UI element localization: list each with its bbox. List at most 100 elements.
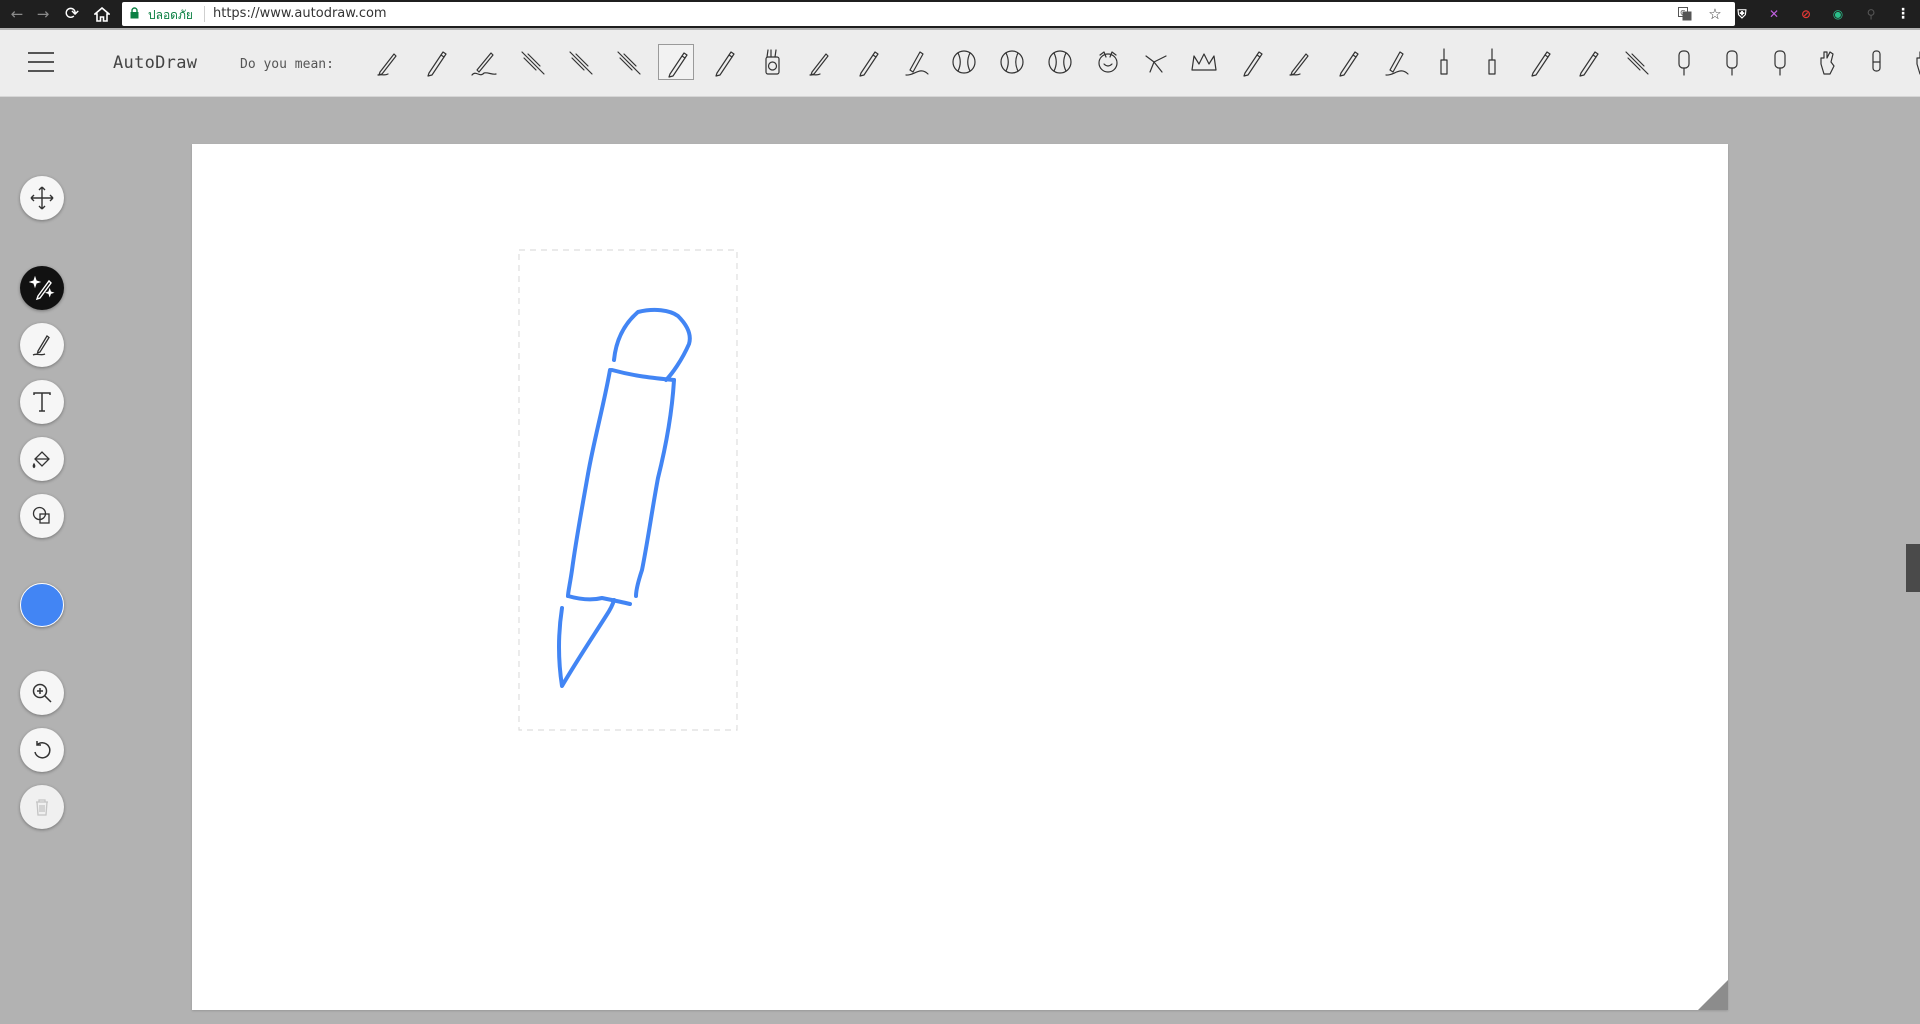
pen-suggestion[interactable] — [370, 44, 406, 80]
pencil-suggestion[interactable] — [1570, 44, 1606, 80]
popsicle-suggestion[interactable] — [1714, 44, 1750, 80]
block-extension-icon[interactable]: ⊘ — [1797, 5, 1815, 23]
draw-icon — [32, 335, 50, 356]
baseball-suggestion[interactable] — [994, 44, 1030, 80]
hand-suggestion[interactable] — [1906, 44, 1920, 80]
finger-icon — [1872, 50, 1881, 72]
x-extension-icon[interactable]: ✕ — [1765, 5, 1783, 23]
undo-icon — [34, 741, 51, 759]
shape-icon — [32, 506, 50, 524]
home-icon[interactable] — [91, 3, 113, 25]
pen-icon — [1289, 53, 1309, 76]
popsicle-suggestion[interactable] — [1666, 44, 1702, 80]
marker-icon — [1385, 51, 1409, 76]
pencil-cup-suggestion[interactable] — [754, 44, 790, 80]
pen-suggestion[interactable] — [1282, 44, 1318, 80]
suggestion-label: Do you mean: — [240, 57, 334, 72]
pencil-suggestion[interactable] — [850, 44, 886, 80]
syringe-suggestion[interactable] — [1618, 44, 1654, 80]
syringe-icon — [617, 51, 641, 75]
marker-icon — [905, 51, 929, 76]
baseball-icon — [1048, 50, 1072, 74]
syringe-suggestion[interactable] — [514, 44, 550, 80]
pen-suggestion[interactable] — [802, 44, 838, 80]
screwdriver-icon — [1488, 48, 1496, 75]
color-picker[interactable] — [20, 583, 64, 627]
star-icon[interactable]: ☆ — [1706, 5, 1724, 23]
svg-text:G: G — [1680, 9, 1685, 17]
fill-icon — [32, 451, 50, 469]
crown-suggestion[interactable] — [1186, 44, 1222, 80]
pencil-suggestion[interactable] — [418, 44, 454, 80]
popsicle-icon — [1678, 50, 1690, 76]
forward-arrow-icon[interactable]: → — [32, 3, 54, 25]
hand-suggestion[interactable] — [1810, 44, 1846, 80]
address-bar[interactable]: ปลอดภัย https://www.autodraw.com G ☆ — [122, 2, 1735, 26]
url-text[interactable]: https://www.autodraw.com — [213, 6, 387, 21]
popsicle-suggestion[interactable] — [1762, 44, 1798, 80]
hand-icon — [1916, 51, 1920, 75]
zoom-tool[interactable] — [20, 671, 64, 715]
scrollbar-thumb[interactable] — [1906, 544, 1920, 592]
hamburger-menu-icon[interactable] — [28, 52, 54, 74]
translate-icon[interactable]: G — [1676, 5, 1694, 23]
syringe-icon — [521, 51, 545, 75]
autodraw-tool[interactable] — [20, 266, 64, 310]
pencil-icon — [1243, 51, 1263, 77]
autodraw-icon — [29, 275, 55, 301]
reload-icon[interactable]: ⟳ — [61, 3, 83, 25]
draw-tool[interactable] — [20, 323, 64, 367]
pencil-suggestion[interactable] — [1330, 44, 1366, 80]
pencil-suggestion[interactable] — [1522, 44, 1558, 80]
shape-tool[interactable] — [20, 494, 64, 538]
crown-icon — [1191, 53, 1217, 71]
shield-extension-icon[interactable]: ⛨ — [1733, 5, 1751, 23]
canvas-resize-corner[interactable] — [1698, 980, 1728, 1010]
syringe-suggestion[interactable] — [610, 44, 646, 80]
face-suggestion[interactable] — [1090, 44, 1126, 80]
pencil-icon — [859, 51, 879, 77]
pin-extension-icon[interactable]: ⚲ — [1862, 5, 1880, 23]
text-icon — [33, 392, 51, 412]
undo-tool[interactable] — [20, 728, 64, 772]
text-tool[interactable] — [20, 380, 64, 424]
secure-label: ปลอดภัย — [148, 8, 193, 22]
drawing-canvas[interactable] — [192, 144, 1728, 1010]
finger-suggestion[interactable] — [1858, 44, 1894, 80]
pencil-icon — [1339, 51, 1359, 77]
signature-pen-suggestion[interactable] — [466, 44, 502, 80]
popsicle-icon — [1726, 50, 1738, 76]
hand-icon — [1820, 51, 1835, 75]
popsicle-icon — [1774, 50, 1786, 76]
pencil-suggestion[interactable] — [706, 44, 742, 80]
pencil-suggestion[interactable] — [658, 44, 694, 80]
syringe-suggestion[interactable] — [562, 44, 598, 80]
bird-suggestion[interactable] — [1138, 44, 1174, 80]
move-icon — [30, 186, 54, 210]
app-title: AutoDraw — [113, 53, 198, 73]
delete-tool[interactable] — [20, 785, 64, 829]
lock-icon — [130, 7, 139, 19]
baseball-suggestion[interactable] — [1042, 44, 1078, 80]
pencil-icon — [1531, 51, 1551, 77]
bird-icon — [1145, 55, 1167, 73]
marker-suggestion[interactable] — [898, 44, 934, 80]
syringe-icon — [1625, 51, 1649, 75]
screwdriver-icon — [1440, 48, 1448, 75]
fill-tool[interactable] — [20, 437, 64, 481]
pencil-drawing[interactable] — [557, 307, 692, 688]
eye-extension-icon[interactable]: ◉ — [1829, 5, 1847, 23]
back-arrow-icon[interactable]: ← — [6, 3, 28, 25]
move-tool[interactable] — [20, 176, 64, 220]
baseball-icon — [1000, 50, 1024, 74]
pencil-suggestion[interactable] — [1234, 44, 1270, 80]
syringe-icon — [569, 51, 593, 75]
screwdriver-suggestion[interactable] — [1474, 44, 1510, 80]
pencil-icon — [715, 51, 735, 77]
screwdriver-suggestion[interactable] — [1426, 44, 1462, 80]
marker-suggestion[interactable] — [1378, 44, 1414, 80]
menu-dots-icon[interactable]: ⋮ — [1894, 5, 1912, 23]
pencil-icon — [668, 52, 688, 78]
baseball-suggestion[interactable] — [946, 44, 982, 80]
app-toolbar: AutoDraw Do you mean: — [0, 30, 1920, 97]
